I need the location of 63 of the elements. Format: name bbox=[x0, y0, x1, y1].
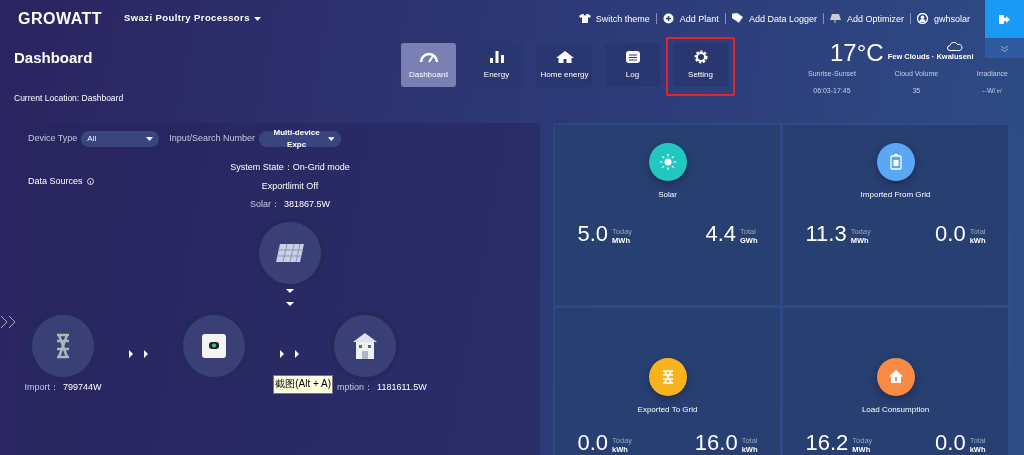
top-link[interactable]: Add Optimizer bbox=[846, 13, 904, 24]
right-arrows-icon bbox=[279, 349, 300, 360]
filter-label: Device Type bbox=[28, 132, 78, 146]
consumption-value: 1181611.5W bbox=[377, 380, 427, 394]
nav-tab[interactable]: Setting bbox=[673, 43, 728, 87]
filter-label: Input/Search Number bbox=[169, 132, 255, 146]
import-value: 799744W bbox=[63, 380, 102, 394]
down-arrows-icon bbox=[286, 286, 294, 309]
stat-title: Solar bbox=[658, 189, 677, 201]
nav-tab[interactable]: Dashboard bbox=[401, 43, 456, 87]
page-title: Dashboard bbox=[14, 48, 94, 68]
info-icon bbox=[86, 178, 94, 186]
caret-icon bbox=[328, 137, 335, 141]
stat-title: Load Consumption bbox=[861, 404, 930, 416]
cloud-icon bbox=[947, 41, 964, 51]
stat-value: 11.3 bbox=[805, 223, 847, 245]
top-link[interactable]: gwhsolar bbox=[933, 13, 970, 24]
logout-button[interactable] bbox=[985, 0, 1024, 38]
stat-value: 0.0 bbox=[935, 432, 966, 454]
home-icon bbox=[887, 369, 904, 385]
stat-title: Exported To Grid bbox=[637, 404, 698, 416]
solar-value: 381867.5W bbox=[284, 198, 331, 211]
tag-icon bbox=[731, 13, 744, 24]
stat-title: Imported From Grid bbox=[860, 189, 931, 201]
expand-button[interactable] bbox=[985, 38, 1024, 58]
expand-sidebar-icon[interactable] bbox=[0, 314, 18, 330]
consumption-label: mption： bbox=[337, 380, 374, 394]
plant-selector[interactable]: Swazi Poultry Processors bbox=[124, 11, 261, 26]
brand-logo: GROWATT bbox=[18, 8, 103, 29]
stat-value: 0.0 bbox=[577, 432, 609, 454]
add-icon bbox=[662, 13, 675, 24]
stat-value: 0.0 bbox=[935, 223, 966, 245]
system-state: System State：On-Grid mode bbox=[230, 161, 350, 174]
breadcrumb: Current Location: Dashboard bbox=[14, 91, 125, 105]
home-icon bbox=[554, 49, 575, 64]
chevron-down-icon bbox=[1000, 44, 1009, 52]
battery-icon bbox=[887, 154, 904, 170]
export-limit-status: Exportlimit Off bbox=[261, 179, 319, 193]
nav-tab[interactable]: Home energy bbox=[537, 43, 592, 87]
temperature: 17°C bbox=[830, 39, 884, 67]
nav-tab[interactable]: Log bbox=[605, 43, 660, 87]
stat-value: 16.0 bbox=[694, 432, 738, 454]
top-link[interactable]: Switch theme bbox=[595, 13, 650, 24]
panel-icon bbox=[829, 13, 842, 24]
caret-icon bbox=[146, 137, 154, 141]
dropdown[interactable]: All bbox=[81, 131, 160, 147]
stat-value: 16.2 bbox=[805, 432, 849, 454]
user-icon bbox=[916, 13, 929, 24]
nav-tab[interactable]: Energy bbox=[469, 43, 524, 87]
import-label: Import： bbox=[24, 380, 59, 394]
shirt-icon bbox=[578, 13, 591, 24]
dropdown[interactable]: Multi-device Expc bbox=[258, 131, 341, 147]
caret-icon bbox=[253, 16, 261, 21]
top-link[interactable]: Add Plant bbox=[679, 13, 719, 24]
right-arrows-icon bbox=[128, 349, 149, 360]
exit-icon bbox=[999, 14, 1010, 24]
sun-icon bbox=[659, 154, 676, 170]
top-link[interactable]: Add Data Logger bbox=[748, 13, 817, 24]
solar-label: Solar： bbox=[249, 198, 280, 211]
stat-value: 5.0 bbox=[577, 223, 609, 245]
data-sources-label: Data Sources bbox=[28, 175, 83, 188]
tooltip: 截图(Alt + A) bbox=[273, 374, 334, 394]
stat-value: 4.4 bbox=[705, 223, 736, 245]
